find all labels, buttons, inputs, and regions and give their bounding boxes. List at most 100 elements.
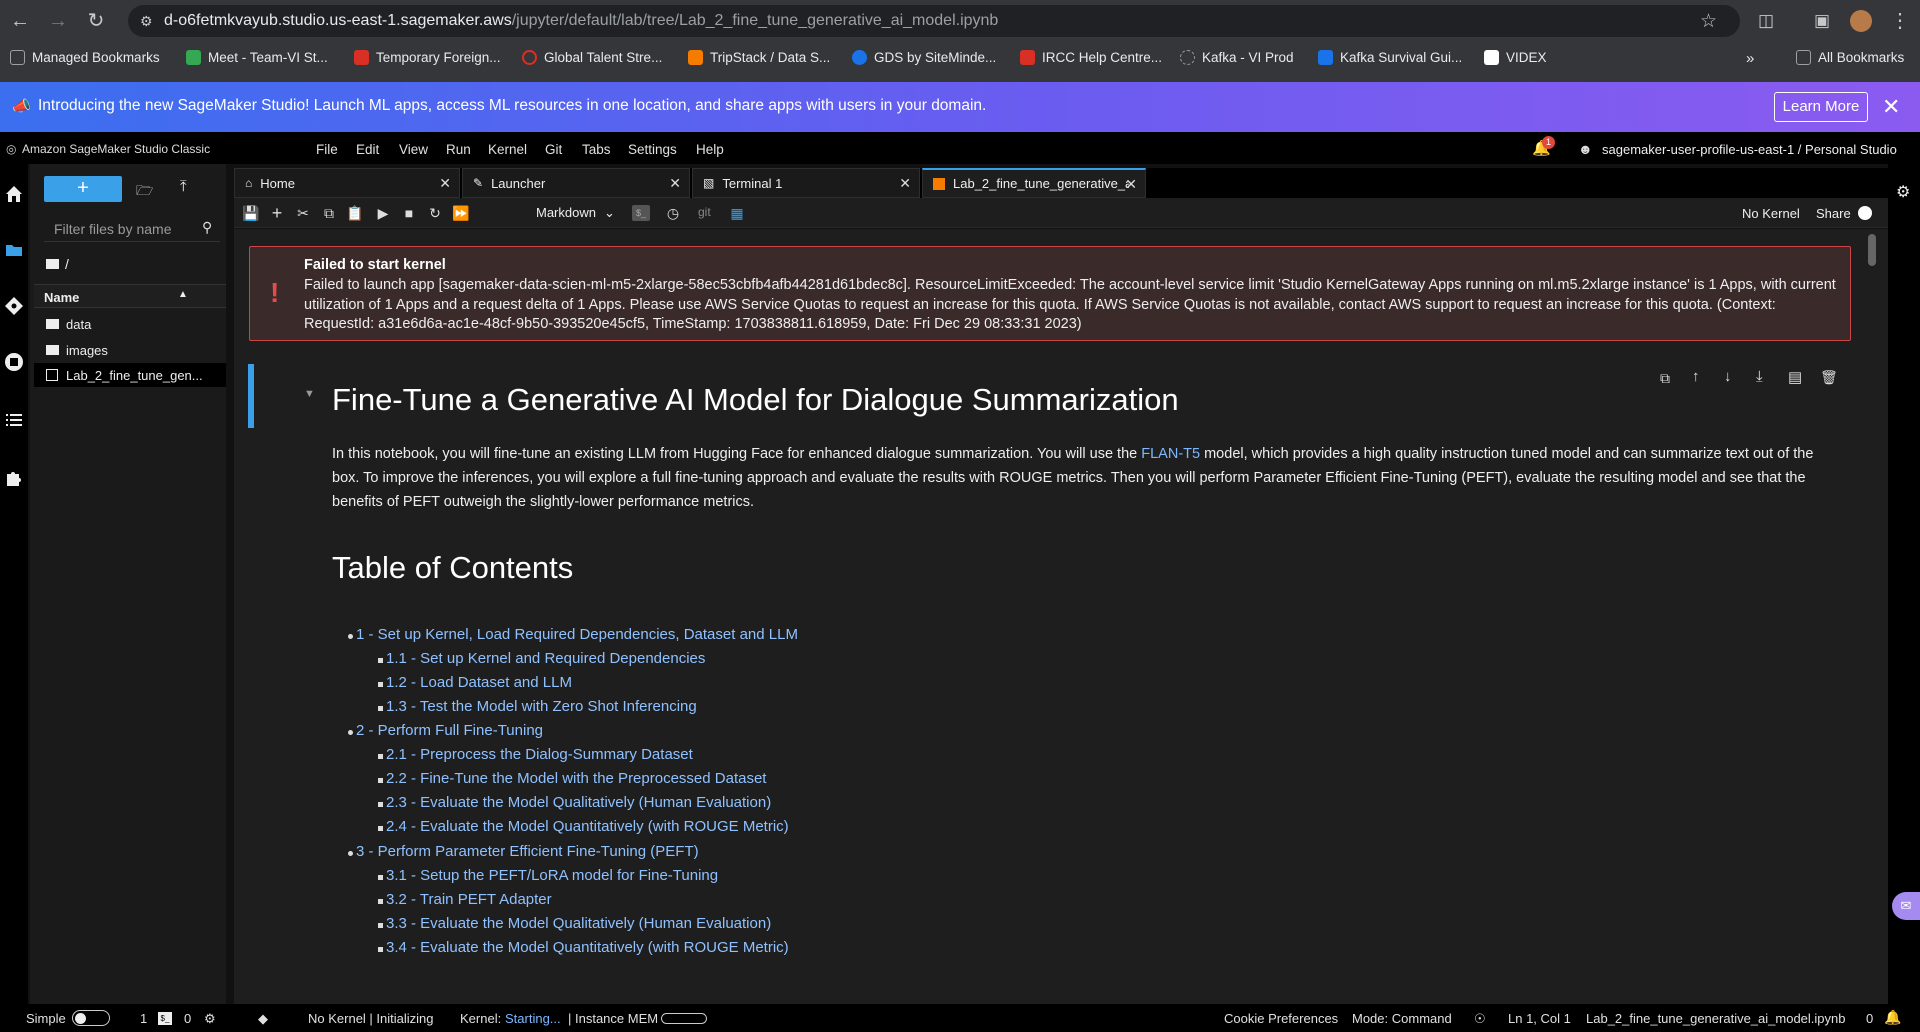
reload-icon[interactable]: ↻ xyxy=(84,9,108,33)
menu-git[interactable]: Git xyxy=(545,142,562,157)
insert-above-icon[interactable]: ⤓ xyxy=(1756,368,1763,385)
back-icon[interactable]: ← xyxy=(8,9,32,33)
home-icon[interactable] xyxy=(4,184,24,204)
bookmark-item[interactable]: VIDEX xyxy=(1484,50,1547,65)
flan-t5-link[interactable]: FLAN-T5 xyxy=(1141,446,1200,462)
toc-link[interactable]: 2.1 - Preprocess the Dialog-Summary Data… xyxy=(386,746,693,763)
terminal-icon[interactable]: $_ xyxy=(632,205,650,221)
toc-link[interactable]: 3.3 - Evaluate the Model Qualitatively (… xyxy=(386,915,771,932)
toc-link[interactable]: 2.4 - Evaluate the Model Quantitatively … xyxy=(386,818,789,835)
collapse-caret-icon[interactable]: ▼ xyxy=(304,388,315,400)
toc-link[interactable]: 3 - Perform Parameter Efficient Fine-Tun… xyxy=(356,843,699,860)
tab-home[interactable]: ⌂ Home ✕ xyxy=(234,168,460,198)
scrollbar-thumb[interactable] xyxy=(1868,234,1876,266)
upload-icon[interactable]: ⤒ xyxy=(180,178,187,195)
delete-cell-icon[interactable]: 🗑 xyxy=(1820,369,1838,386)
toc-link[interactable]: 1 - Set up Kernel, Load Required Depende… xyxy=(356,626,798,643)
save-icon[interactable]: 💾 xyxy=(242,204,260,222)
notification-bell-icon[interactable]: 🔔 xyxy=(1884,1009,1901,1026)
profile-avatar[interactable] xyxy=(1850,10,1872,32)
new-launcher-button[interactable]: + xyxy=(44,176,122,202)
run-icon[interactable]: ▶ xyxy=(374,204,392,222)
kernel-name[interactable]: No Kernel xyxy=(1742,206,1800,221)
toc-link[interactable]: 3.2 - Train PEFT Adapter xyxy=(386,891,552,908)
bookmark-item[interactable]: Global Talent Stre... xyxy=(522,50,662,65)
kernel-state[interactable]: No Kernel | Initializing xyxy=(308,1011,434,1026)
git-icon[interactable] xyxy=(4,296,24,316)
menu-run[interactable]: Run xyxy=(446,142,471,157)
move-down-icon[interactable]: ↓ xyxy=(1724,368,1732,385)
duplicate-cell-icon[interactable]: ⧉ xyxy=(1660,370,1670,387)
move-up-icon[interactable]: ↑ xyxy=(1692,368,1700,385)
extensions-icon[interactable]: ◫ xyxy=(1754,9,1778,33)
browser-menu-icon[interactable]: ⋮ xyxy=(1888,9,1912,33)
restart-icon[interactable]: ↻ xyxy=(426,204,444,222)
bookmark-item[interactable]: GDS by SiteMinde... xyxy=(852,50,996,65)
git-status-icon[interactable]: ◆ xyxy=(258,1011,268,1027)
more-bookmarks-button[interactable]: » xyxy=(1746,50,1754,67)
toc-link[interactable]: 1.2 - Load Dataset and LLM xyxy=(386,674,572,691)
column-header-name[interactable]: Name ▲ xyxy=(34,284,226,308)
bookmark-item[interactable]: Kafka Survival Gui... xyxy=(1318,50,1462,65)
paste-icon[interactable]: 📋 xyxy=(346,204,364,222)
bookmark-item[interactable]: Meet - Team-VI St... xyxy=(186,50,328,65)
site-info-icon[interactable]: ⚙ xyxy=(140,13,153,30)
toc-link[interactable]: 1.1 - Set up Kernel and Required Depende… xyxy=(386,650,705,667)
bookmark-item[interactable]: Temporary Foreign... xyxy=(354,50,501,65)
menu-kernel[interactable]: Kernel xyxy=(488,142,527,157)
all-bookmarks-button[interactable]: All Bookmarks xyxy=(1796,50,1904,65)
folder-icon[interactable] xyxy=(4,240,24,260)
insert-below-icon[interactable]: ▤ xyxy=(1788,368,1802,386)
chat-icon[interactable]: ✉ xyxy=(1892,892,1920,920)
toc-list-icon[interactable] xyxy=(4,410,24,430)
simple-mode-toggle[interactable] xyxy=(72,1010,110,1026)
close-icon[interactable]: ✕ xyxy=(669,175,681,192)
menu-tabs[interactable]: Tabs xyxy=(582,142,611,157)
new-folder-icon[interactable]: 🗁 xyxy=(136,180,153,204)
close-icon[interactable]: ✕ xyxy=(1125,176,1137,193)
user-profile-label[interactable]: sagemaker-user-profile-us-east-1 / Perso… xyxy=(1602,142,1897,157)
cell-type-select[interactable]: Markdown ⌄ xyxy=(536,205,615,221)
cursor-position[interactable]: Ln 1, Col 1 xyxy=(1508,1011,1571,1026)
toc-link[interactable]: 3.1 - Setup the PEFT/LoRA model for Fine… xyxy=(386,867,718,884)
bookmark-item[interactable]: IRCC Help Centre... xyxy=(1020,50,1162,65)
menu-edit[interactable]: Edit xyxy=(356,142,379,157)
address-bar[interactable]: ⚙ d-o6fetmkvayub.studio.us-east-1.sagema… xyxy=(128,5,1740,37)
filter-files-input[interactable]: Filter files by name ⚲ xyxy=(44,214,220,242)
sidepanel-icon[interactable]: ▣ xyxy=(1810,9,1834,33)
running-stop-icon[interactable] xyxy=(4,352,24,372)
tab-notebook-active[interactable]: Lab_2_fine_tune_generative_ai ✕ xyxy=(922,168,1146,198)
menu-settings[interactable]: Settings xyxy=(628,142,677,157)
copy-icon[interactable]: ⧉ xyxy=(320,204,338,222)
file-item[interactable]: data xyxy=(34,312,226,336)
breadcrumb[interactable]: / xyxy=(46,256,69,272)
toc-link[interactable]: 2.3 - Evaluate the Model Qualitatively (… xyxy=(386,794,771,811)
forward-icon[interactable]: → xyxy=(46,9,70,33)
mode-indicator[interactable]: Mode: Command xyxy=(1352,1011,1452,1026)
close-icon[interactable]: ✕ xyxy=(899,175,911,192)
tab-launcher[interactable]: ✎ Launcher ✕ xyxy=(462,168,690,198)
git-label[interactable]: git xyxy=(698,205,711,219)
stop-icon[interactable]: ■ xyxy=(400,204,418,222)
menu-help[interactable]: Help xyxy=(696,142,724,157)
toc-link[interactable]: 2 - Perform Full Fine-Tuning xyxy=(356,722,543,739)
share-button[interactable]: Share xyxy=(1816,206,1851,221)
bookmark-item[interactable]: TripStack / Data S... xyxy=(688,50,830,65)
menu-view[interactable]: View xyxy=(399,142,428,157)
debugger-icon[interactable]: ▦ xyxy=(728,204,746,222)
file-item-selected[interactable]: Lab_2_fine_tune_gen... xyxy=(34,363,226,387)
extensions-puzzle-icon[interactable] xyxy=(4,468,24,488)
toc-link[interactable]: 3.4 - Evaluate the Model Quantitatively … xyxy=(386,939,789,956)
add-cell-icon[interactable]: + xyxy=(268,204,286,222)
bookmark-star-icon[interactable]: ☆ xyxy=(1700,10,1717,33)
bookmark-item[interactable]: Kafka - VI Prod xyxy=(1180,50,1294,65)
shield-icon[interactable]: ☉ xyxy=(1474,1011,1486,1027)
toc-link[interactable]: 2.2 - Fine-Tune the Model with the Prepr… xyxy=(386,770,766,787)
fast-forward-icon[interactable]: ⏩ xyxy=(452,204,470,222)
close-icon[interactable]: ✕ xyxy=(1882,94,1900,120)
kernel-gear-icon[interactable]: ⚙ xyxy=(204,1011,216,1027)
bookmark-item[interactable]: Managed Bookmarks xyxy=(10,50,160,65)
property-inspector-icon[interactable]: ⚙ xyxy=(1896,182,1910,202)
file-item[interactable]: images xyxy=(34,338,226,362)
clock-icon[interactable]: ◷ xyxy=(664,204,682,222)
